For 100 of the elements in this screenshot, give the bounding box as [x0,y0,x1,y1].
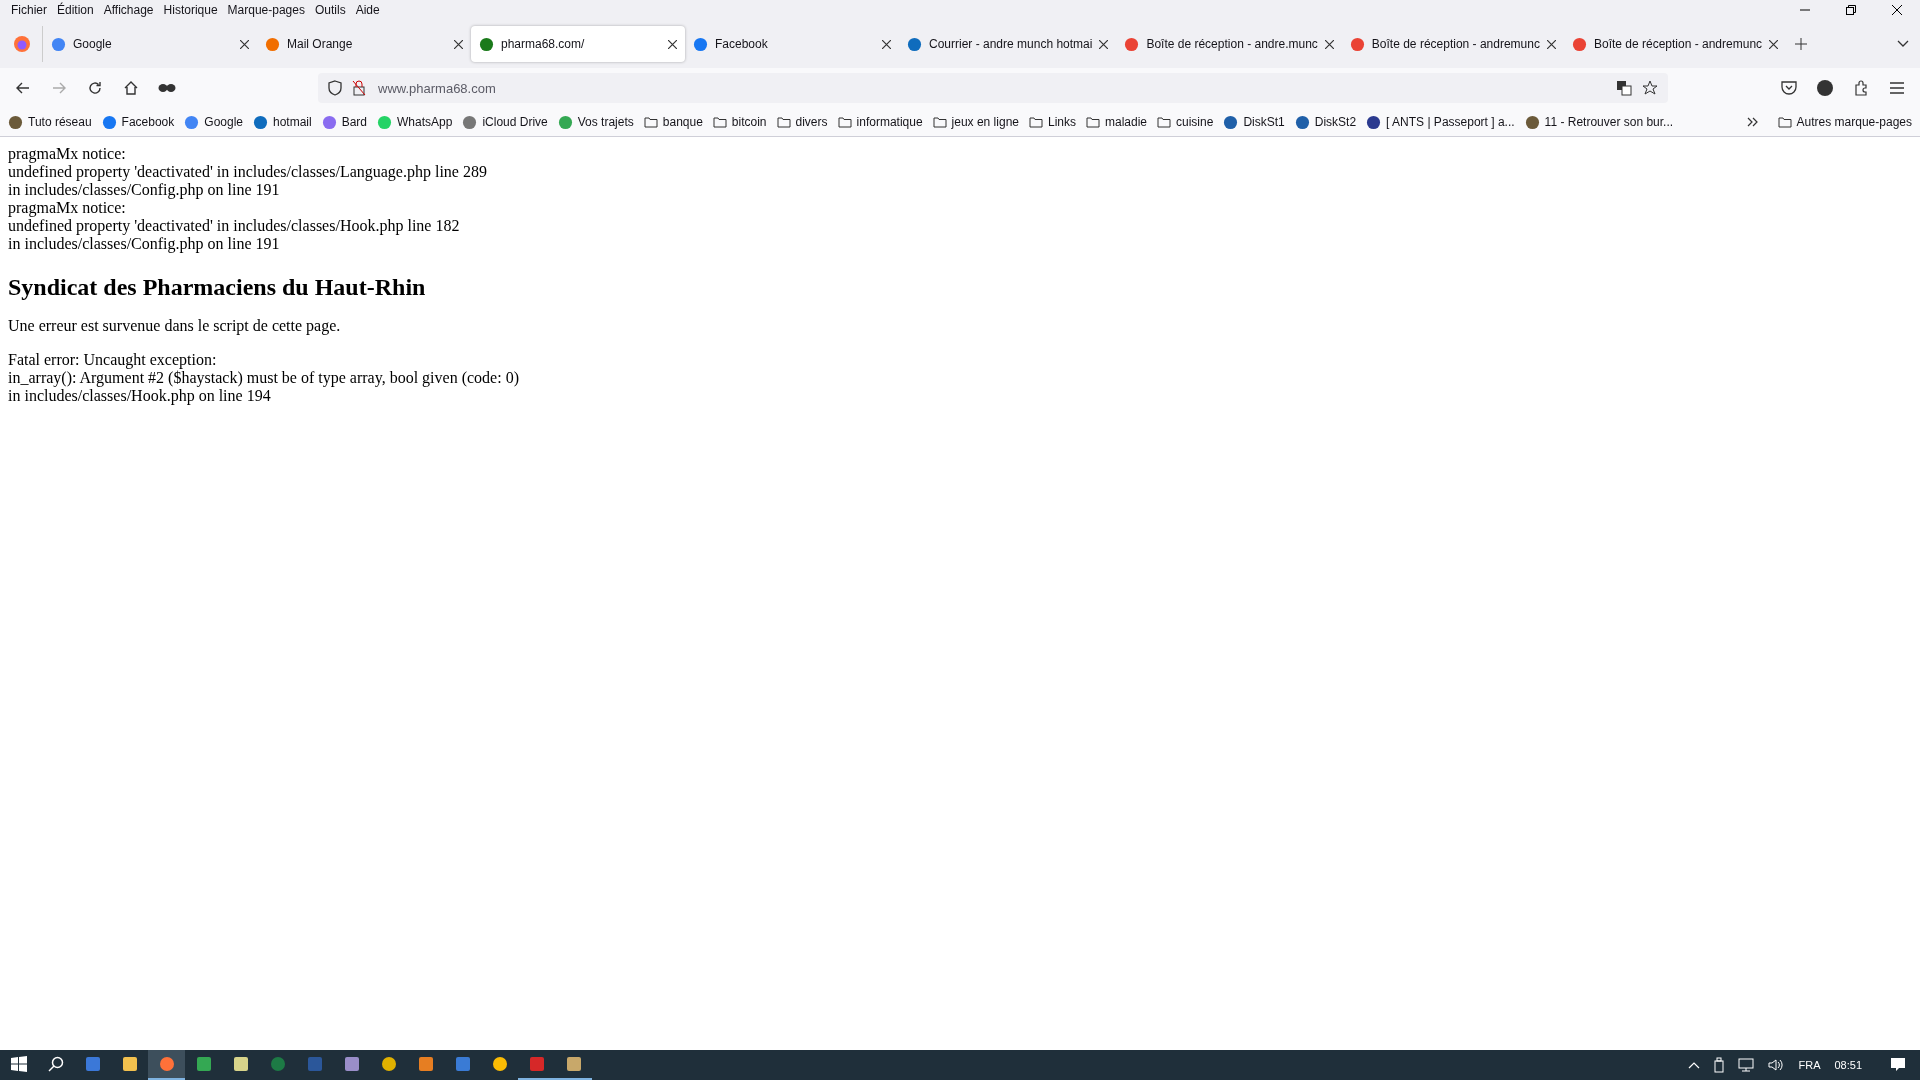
menu-item[interactable]: Outils [309,1,351,19]
browser-tab[interactable]: Mail Orange [257,26,471,62]
page-heading: Syndicat des Pharmaciens du Haut-Rhin [8,273,427,301]
folder-icon [1029,116,1043,128]
close-tab-icon[interactable] [882,39,891,49]
notification-icon[interactable] [1890,1057,1906,1073]
shield-icon[interactable] [328,80,342,96]
favicon-icon [1349,36,1365,52]
bookmark-item[interactable]: DiskSt2 [1294,114,1357,130]
bookmark-icon [1366,114,1382,130]
address-bar[interactable]: www.pharma68.com [318,73,1668,103]
bookmark-item[interactable]: banque [643,115,703,129]
close-tab-icon[interactable] [1769,39,1779,49]
clock[interactable]: 08:51 [1834,1059,1862,1071]
close-tab-icon[interactable] [668,39,677,49]
bookmark-icon [8,114,23,130]
app-icon [84,1056,101,1072]
app-icon [380,1056,397,1072]
bookmark-item[interactable]: [ ANTS | Passeport ] a... [1366,114,1515,130]
app-icon [121,1056,138,1072]
favicon-icon [479,36,494,52]
favicon-icon [265,36,280,52]
notice-line: in includes/classes/Config.php on line 191 [8,181,281,199]
menu-item[interactable]: Historique [158,1,223,19]
close-tab-icon[interactable] [240,39,249,49]
bookmark-item[interactable]: Vos trajets [557,114,634,130]
bookmark-icon [377,114,393,130]
favicon-icon [693,36,708,52]
app-icon [158,1056,175,1072]
error-line: Fatal error: Uncaught exception: [8,351,218,369]
error-line: in_array(): Argument #2 ($haystack) must be of type array, bool given (code: 0) [8,369,520,387]
app-icon [269,1056,286,1072]
bookmark-item[interactable]: 11 - Retrouver son bur... [1524,114,1674,130]
favicon-icon [1124,36,1140,52]
bookmark-item[interactable]: DiskSt1 [1223,114,1285,130]
network-icon[interactable] [1738,1058,1755,1072]
error-message: Une erreur est survenue dans le script de cette page. [8,317,342,335]
browser-tab[interactable]: Courrier - andre munch hotmai [899,26,1117,62]
taskbar-app[interactable] [148,1050,185,1080]
bookmark-item[interactable]: hotmail [253,114,312,130]
folder-icon [643,116,658,128]
bookmark-icon [557,114,573,130]
menu-item[interactable]: Marque-pages [222,1,310,19]
menu-item[interactable]: Aide [350,1,385,19]
bookmark-icon [1223,114,1239,130]
favicon-icon [907,36,922,52]
bookmark-item[interactable]: divers [776,115,828,129]
bookmark-item[interactable]: bitcoin [712,115,767,129]
app-icon [528,1056,545,1072]
usb-icon[interactable] [1714,1057,1725,1073]
bookmark-item[interactable]: WhatsApp [377,114,453,130]
bookmark-item[interactable]: maladie [1086,115,1148,129]
bookmark-icon [462,114,478,130]
menu-item[interactable]: Édition [52,1,99,19]
notice-line: pragmaMx notice: [8,145,127,163]
menu-item[interactable]: Affichage [98,1,159,19]
volume-icon[interactable] [1768,1058,1785,1072]
bookmark-icon [101,114,117,130]
app-icon [195,1056,212,1072]
bookmark-icon [184,114,200,130]
browser-tab[interactable]: Boîte de réception - andremunc [1563,26,1787,62]
bookmark-icon [1294,114,1310,130]
bookmark-folder[interactable]: Autres marque-pages [1777,115,1912,129]
bookmark-item[interactable]: Links [1029,115,1076,129]
close-tab-icon[interactable] [1546,39,1556,49]
menu-item[interactable]: Fichier [6,1,52,19]
notice-line: undefined property 'deactivated' in includes/classes/Language.php line 289 [8,163,488,181]
bookmark-icon [321,114,337,130]
browser-tab[interactable]: Facebook [685,26,899,62]
close-tab-icon[interactable] [454,39,463,49]
bookmark-icon [1524,114,1540,130]
bookmark-item[interactable]: Google [184,114,243,130]
folder-icon [1777,116,1792,128]
browser-tab[interactable]: Boîte de réception - andre.munc [1116,26,1342,62]
folder-icon [932,116,947,128]
bookmark-icon [253,114,268,130]
chevron-up-icon[interactable] [1688,1061,1701,1069]
error-line: in includes/classes/Hook.php on line 194 [8,387,272,405]
browser-tab[interactable]: pharma68.com/ [471,26,685,62]
close-tab-icon[interactable] [1099,39,1109,49]
browser-tab[interactable]: Google [43,26,257,62]
bookmark-item[interactable]: iCloud Drive [462,114,548,130]
bookmark-item[interactable]: Facebook [101,114,175,130]
crossed-lock-icon[interactable] [352,80,366,96]
folder-icon [837,116,852,128]
language-indicator[interactable]: FRA [1798,1059,1821,1071]
app-icon [306,1056,323,1072]
bookmark-item[interactable]: Bard [321,114,368,130]
bookmark-item[interactable]: Tuto réseau [8,114,92,130]
app-icon [454,1056,471,1072]
app-icon [343,1056,360,1072]
bookmark-item[interactable]: informatique [837,115,923,129]
folder-icon [1157,116,1172,128]
favicon-icon [1571,36,1587,52]
close-tab-icon[interactable] [1324,39,1334,49]
star-icon[interactable] [1642,80,1658,96]
bookmark-item[interactable]: jeux en ligne [932,115,1019,129]
bookmark-item[interactable]: cuisine [1157,115,1214,129]
folder-icon [776,116,791,128]
browser-tab[interactable]: Boîte de réception - andremunc [1341,26,1564,62]
